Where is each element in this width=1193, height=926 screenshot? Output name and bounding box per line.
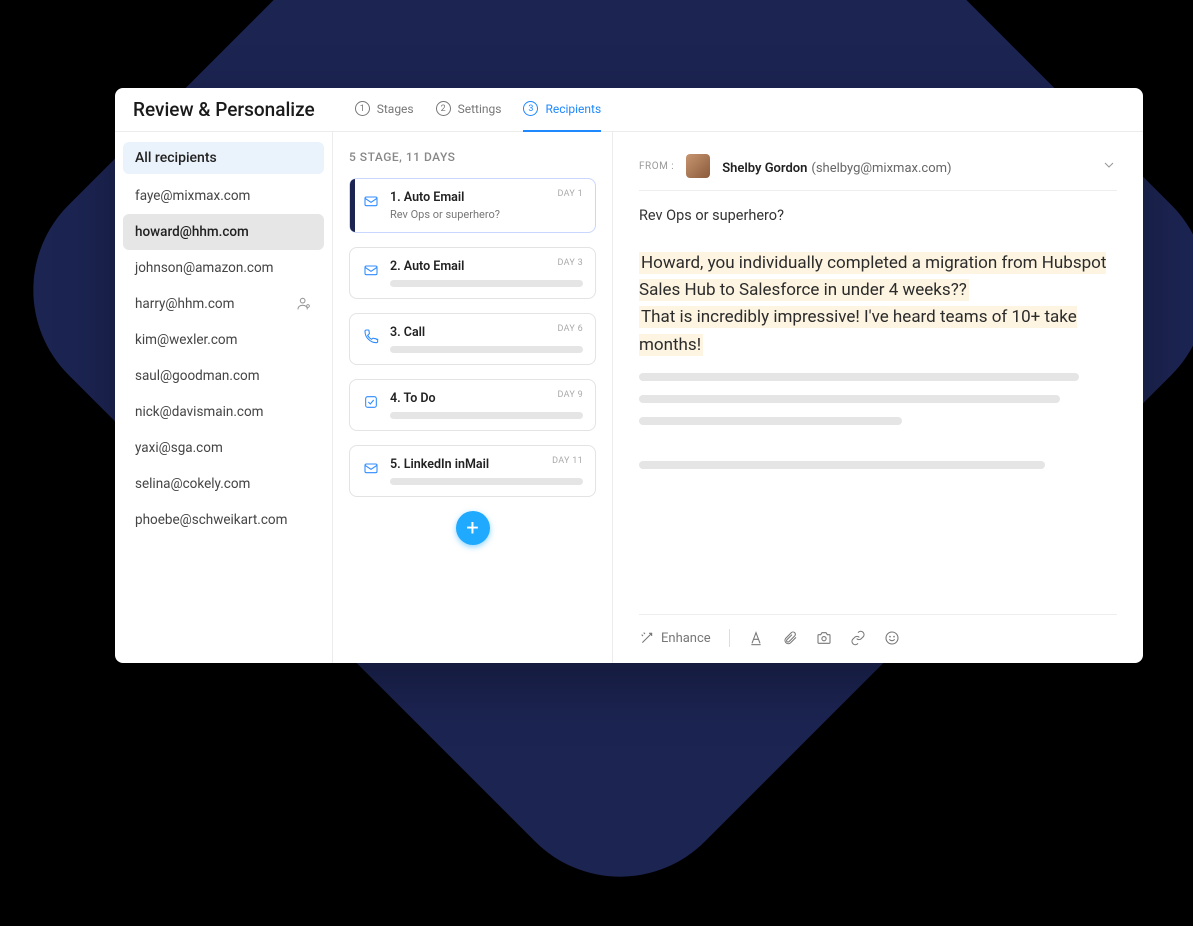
from-email: (shelbyg@mixmax.com) [811,161,951,176]
placeholder-line [639,417,902,425]
stage-day: DAY 1 [558,189,583,199]
tab-label: Settings [458,102,502,116]
stages-header: 5 STAGE, 11 DAYS [349,150,596,164]
placeholder-line [639,461,1045,469]
recipients-column: All recipients faye@mixmax.com howard@hhm… [115,132,333,663]
recipient-email: kim@wexler.com [135,332,237,348]
avatar [686,154,710,178]
recipients-header[interactable]: All recipients [123,142,324,174]
recipient-email: johnson@amazon.com [135,260,274,276]
camera-icon [816,630,832,646]
stage-title: 2. Auto Email [390,259,583,274]
recipient-item[interactable]: phoebe@schweikart.com [123,502,324,538]
check-icon [362,393,380,411]
image-button[interactable] [816,630,832,646]
stages-column: 5 STAGE, 11 DAYS 1. Auto Email Rev Ops o… [333,132,613,663]
font-button[interactable] [748,630,764,646]
recipient-item[interactable]: saul@goodman.com [123,358,324,394]
tab-number: 1 [355,101,370,116]
recipient-item[interactable]: howard@hhm.com [123,214,324,250]
emoji-icon [884,630,900,646]
magic-wand-icon [639,630,655,646]
stage-card[interactable]: 4. To Do DAY 9 [349,379,596,431]
font-icon [748,630,764,646]
tab-strip: 1 Stages 2 Settings 3 Recipients [355,88,601,132]
tab-recipients[interactable]: 3 Recipients [523,88,601,132]
body-line-2: That is incredibly impressive! I've hear… [639,306,1077,355]
from-name: Shelby Gordon [722,161,807,176]
stage-day: DAY 9 [558,390,583,400]
link-button[interactable] [850,630,866,646]
editor-toolbar: Enhance [639,614,1117,647]
recipient-item[interactable]: nick@davismain.com [123,394,324,430]
stage-title: 1. Auto Email [390,190,583,205]
recipient-item[interactable]: kim@wexler.com [123,322,324,358]
placeholder-line [639,373,1079,381]
recipient-item[interactable]: johnson@amazon.com [123,250,324,286]
divider [729,629,730,647]
stage-subtitle: Rev Ops or superhero? [390,208,583,221]
link-icon [850,630,866,646]
person-icon [296,296,312,312]
add-stage-button[interactable]: + [456,511,490,545]
recipient-email: phoebe@schweikart.com [135,512,287,528]
recipient-email: harry@hhm.com [135,296,234,312]
paperclip-icon [782,630,798,646]
email-body[interactable]: Howard, you individually completed a mig… [639,228,1117,614]
titlebar: Review & Personalize 1 Stages 2 Settings 3 Re… [115,88,1143,132]
mail-icon [362,192,380,210]
recipient-email: nick@davismain.com [135,404,264,420]
tab-number: 2 [436,101,451,116]
recipient-email: faye@mixmax.com [135,188,250,204]
placeholder-line [639,395,1060,403]
placeholder-line [390,280,583,287]
editor-column: FROM : Shelby Gordon (shelbyg@mixmax.com… [613,132,1143,663]
stage-card[interactable]: 2. Auto Email DAY 3 [349,247,596,299]
stage-card[interactable]: 1. Auto Email Rev Ops or superhero? DAY … [349,178,596,233]
recipient-email: yaxi@sga.com [135,440,223,456]
page-title: Review & Personalize [133,98,315,121]
tab-stages[interactable]: 1 Stages [355,88,414,132]
stage-day: DAY 11 [552,456,583,466]
app-window: Review & Personalize 1 Stages 2 Settings 3 Re… [115,88,1143,663]
mail-icon [362,261,380,279]
email-subject[interactable]: Rev Ops or superhero? [639,191,1117,228]
chevron-down-icon[interactable] [1101,157,1117,176]
recipient-item[interactable]: selina@cokely.com [123,466,324,502]
emoji-button[interactable] [884,630,900,646]
recipient-email: howard@hhm.com [135,224,249,240]
stage-card[interactable]: 3. Call DAY 6 [349,313,596,365]
from-row[interactable]: FROM : Shelby Gordon (shelbyg@mixmax.com… [639,154,1117,191]
attachment-button[interactable] [782,630,798,646]
phone-icon [362,327,380,345]
recipient-item[interactable]: harry@hhm.com [123,286,324,322]
recipient-email: selina@cokely.com [135,476,250,492]
stage-card[interactable]: 5. LinkedIn inMail DAY 11 [349,445,596,497]
placeholder-line [390,478,583,485]
recipient-email: saul@goodman.com [135,368,260,384]
enhance-button[interactable]: Enhance [639,630,711,646]
tab-label: Stages [377,102,414,116]
stage-title: 4. To Do [390,391,583,406]
recipient-item[interactable]: faye@mixmax.com [123,178,324,214]
tab-label: Recipients [545,102,601,116]
tab-number: 3 [523,101,538,116]
placeholder-line [390,346,583,353]
tab-settings[interactable]: 2 Settings [436,88,502,132]
stage-day: DAY 6 [558,324,583,334]
stage-day: DAY 3 [558,258,583,268]
content: All recipients faye@mixmax.com howard@hhm… [115,132,1143,663]
mail-icon [362,459,380,477]
placeholder-line [390,412,583,419]
recipient-item[interactable]: yaxi@sga.com [123,430,324,466]
stage-title: 3. Call [390,325,583,340]
body-line-1: Howard, you individually completed a mig… [639,252,1106,301]
from-label: FROM : [639,161,674,172]
